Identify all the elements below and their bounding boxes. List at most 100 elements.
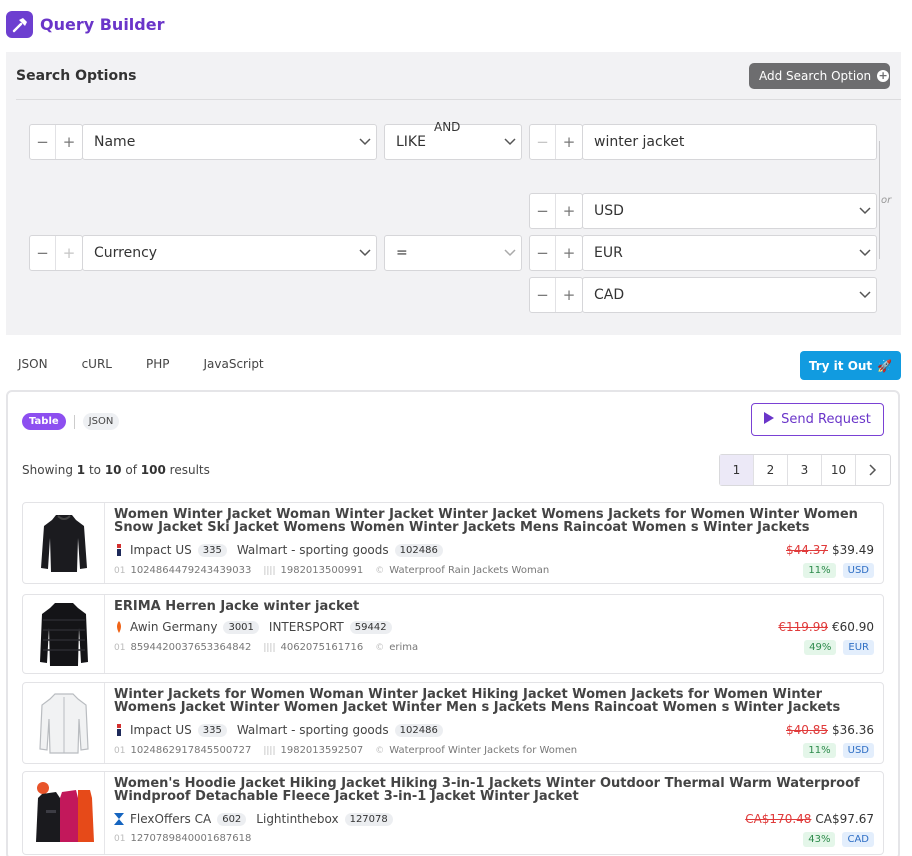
product-image [23,503,105,583]
price: €119.99 €60.90 [778,620,874,634]
chevron-down-icon [499,249,521,257]
product-row[interactable]: Women Winter Jacket Woman Winter Jacket … [22,502,884,584]
divider [73,414,75,429]
page-title: Query Builder [40,15,165,34]
page-button[interactable]: 10 [822,455,856,485]
network-count: 335 [197,543,227,557]
badges: 49% EUR [804,640,874,655]
category-icon: © [375,642,385,653]
remove-row-button[interactable]: − [30,236,56,270]
product-id: 1024862917845500727 [130,745,252,756]
remove-value-button[interactable]: − [530,236,556,270]
product-gtin: 4062075161716 [280,642,364,653]
or-bracket [879,141,880,259]
value-stepper-cad: − + [529,277,583,313]
summary-total: 100 [140,463,166,477]
chevron-down-icon [854,249,876,257]
discount-badge: 11% [803,743,836,758]
add-value-button[interactable]: + [556,125,582,159]
product-title[interactable]: Winter Jackets for Women Woman Winter Ja… [114,688,879,714]
row2-field-stepper: − + [29,235,83,271]
product-ids: 01 1270789840001687618 [114,833,251,844]
id-icon: 01 [114,642,126,653]
page-button[interactable]: 1 [720,455,754,485]
field-select-value: Name [94,134,136,150]
summary-prefix: Showing [22,463,73,477]
try-it-out-button[interactable]: Try it Out 🚀 [800,351,901,380]
category-icon: © [375,745,385,756]
view-table-button[interactable]: Table [22,413,66,430]
page-button[interactable]: 2 [754,455,788,485]
old-price: $44.37 [786,543,828,557]
product-meta: Impact US 335 Walmart - sporting goods 1… [114,723,453,737]
plus-circle-icon: + [877,69,890,82]
tab-json[interactable]: JSON [18,357,48,371]
add-row-button[interactable]: + [56,236,82,270]
badges: 11% USD [803,743,874,758]
discount-badge: 43% [803,832,836,847]
remove-value-button[interactable]: − [530,278,556,312]
next-page-button[interactable] [856,455,890,485]
value-select-usd[interactable]: USD [582,193,877,229]
code-tabs: JSON cURL PHP JavaScript [18,357,264,371]
product-category: Waterproof Rain Jackets Woman [389,565,550,576]
send-request-button[interactable]: Send Request [751,403,884,436]
remove-row-button[interactable]: − [30,125,56,159]
product-row[interactable]: Women's Hoodie Jacket Hiking Jacket Hiki… [22,771,884,855]
product-row[interactable]: Winter Jackets for Women Woman Winter Ja… [22,682,884,764]
product-meta: FlexOffers CA 602 Lightinthebox 127078 [114,812,403,826]
merchant-name: Walmart - sporting goods [236,543,389,557]
value-select-text: USD [594,203,624,219]
barcode-icon: |||| [263,745,276,756]
product-row[interactable]: ERIMA Herren Jacke winter jacket Awin Ge… [22,594,884,674]
network-count: 3001 [223,620,259,634]
merchant-name: Walmart - sporting goods [236,723,389,737]
field-select-value: Currency [94,245,158,261]
awin-logo-icon [117,621,121,633]
product-gtin: 1982013592507 [280,745,364,756]
price: CA$170.48 CA$97.67 [745,812,874,826]
price: $44.37 $39.49 [786,543,874,557]
view-json-button[interactable]: JSON [82,413,120,430]
add-value-button[interactable]: + [556,236,582,270]
merchant-count: 127078 [344,812,393,826]
flexoffers-logo-icon [114,813,124,825]
product-title[interactable]: Women's Hoodie Jacket Hiking Jacket Hiki… [114,777,879,803]
product-gtin: 1982013500991 [280,565,364,576]
old-price: $40.85 [786,723,828,737]
remove-value-button[interactable]: − [530,125,556,159]
add-search-option-button[interactable]: Add Search Option + [749,63,890,89]
add-value-button[interactable]: + [556,278,582,312]
product-id: 1024864479243439033 [130,565,252,576]
current-price: CA$97.67 [815,812,874,826]
value-input-name[interactable]: winter jacket [582,124,877,160]
page-button[interactable]: 3 [788,455,822,485]
operator-select-equals[interactable]: = [384,235,522,271]
add-value-button[interactable]: + [556,194,582,228]
chevron-right-icon [869,464,877,476]
product-title[interactable]: Women Winter Jacket Woman Winter Jacket … [114,508,879,534]
value-select-eur[interactable]: EUR [582,235,877,271]
pagination: 1 2 3 10 [719,454,891,486]
view-toggle: Table JSON [22,413,120,430]
merchant-count: 102486 [394,723,443,737]
badges: 11% USD [803,563,874,578]
product-title[interactable]: ERIMA Herren Jacke winter jacket [114,600,879,613]
tab-curl[interactable]: cURL [82,357,112,371]
category-icon: © [375,565,385,576]
add-row-button[interactable]: + [56,125,82,159]
tab-php[interactable]: PHP [146,357,170,371]
field-select-currency[interactable]: Currency [82,235,377,271]
impact-logo-icon [117,544,121,556]
old-price: CA$170.48 [745,812,812,826]
value-select-cad[interactable]: CAD [582,277,877,313]
summary-to: 10 [104,463,122,477]
tab-javascript[interactable]: JavaScript [203,357,263,371]
remove-value-button[interactable]: − [530,194,556,228]
network-name: FlexOffers CA [130,812,212,826]
divider [16,99,901,100]
summary-of-word: of [125,463,137,477]
field-select-name[interactable]: Name [82,124,377,160]
and-joiner: AND [434,120,461,134]
search-options-title: Search Options [16,68,137,84]
